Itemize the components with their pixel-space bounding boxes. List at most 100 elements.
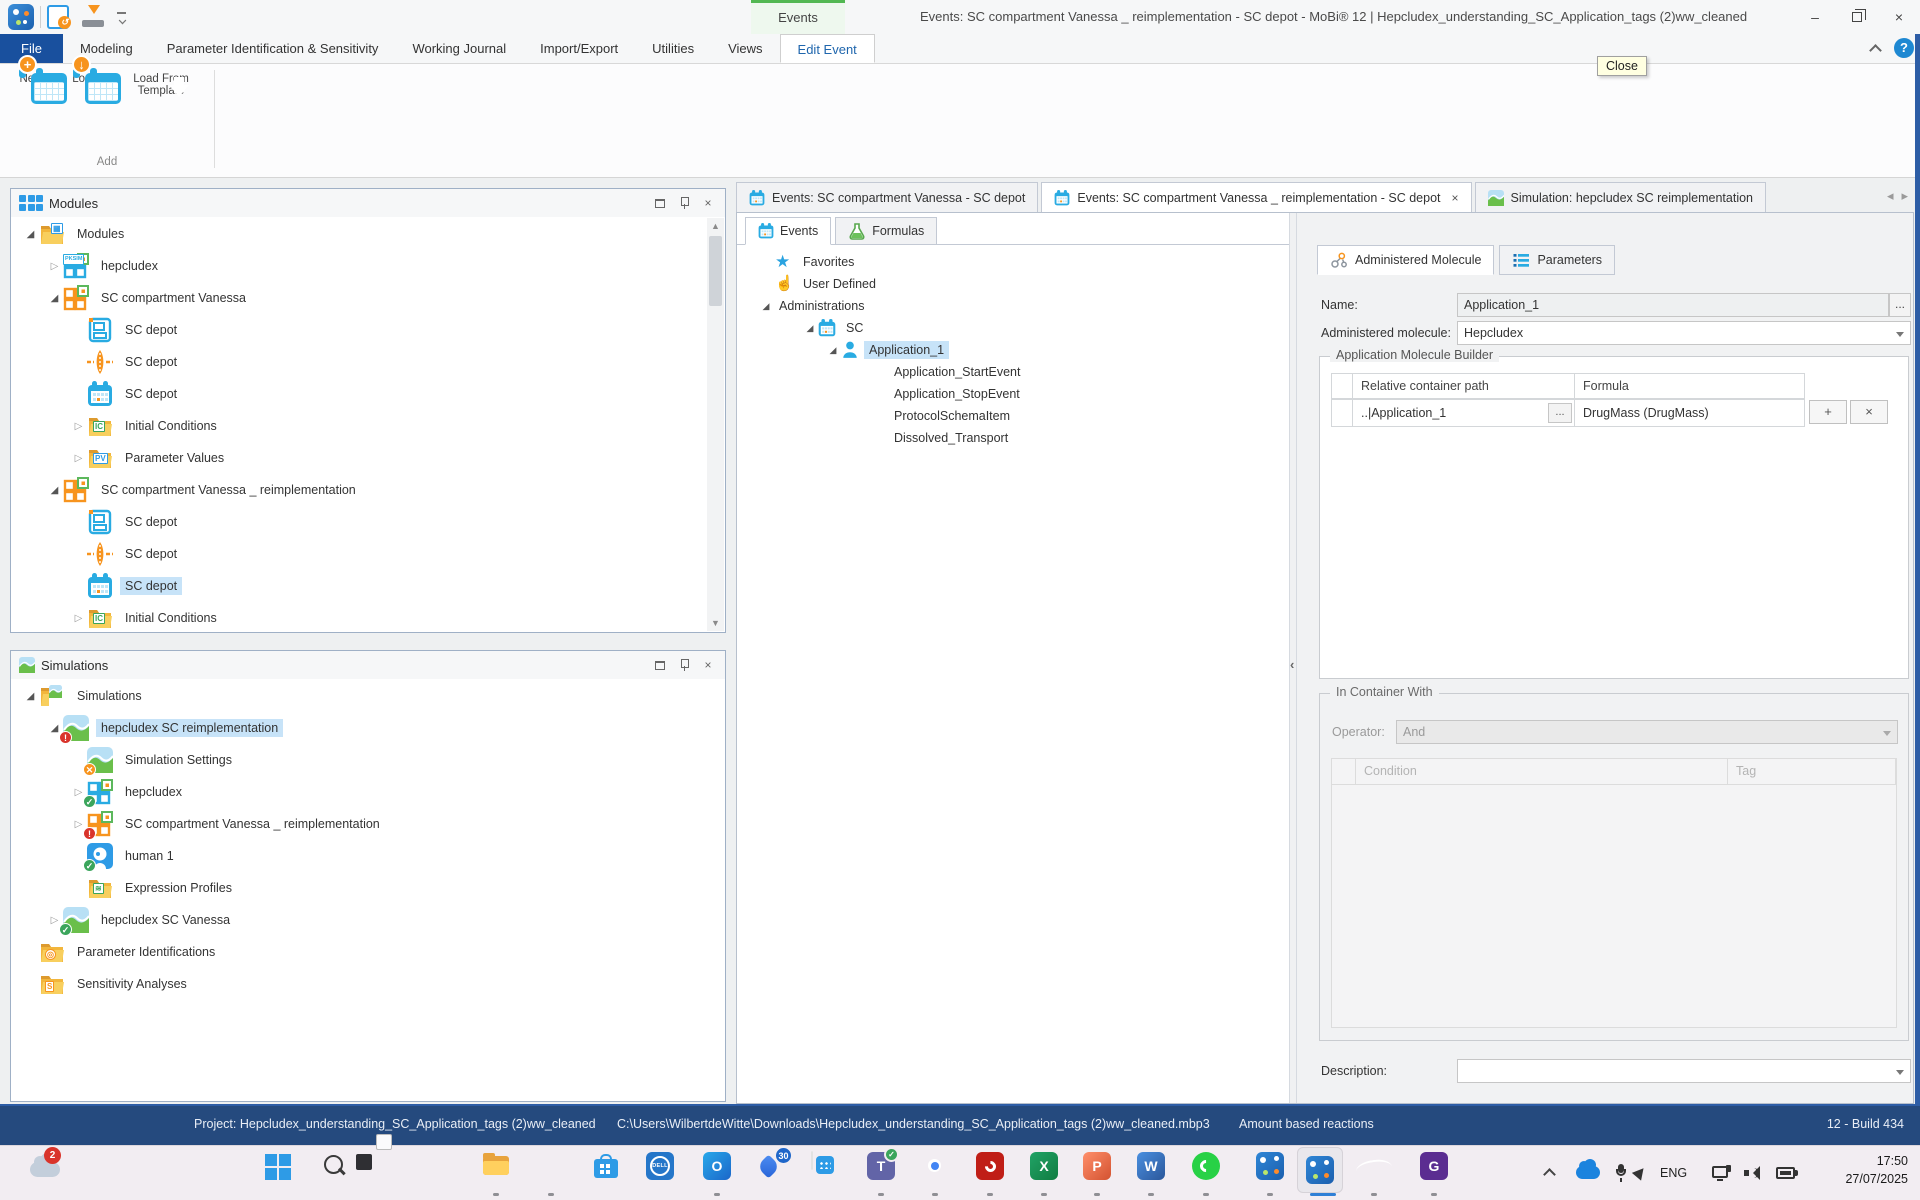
customize-quick-access-icon[interactable] (115, 10, 129, 24)
acrobat-button[interactable] (976, 1152, 1006, 1182)
tab-formulas[interactable]: Formulas (835, 217, 938, 245)
scroll-down-icon[interactable]: ▼ (707, 615, 724, 631)
tree-item-spatial-structure[interactable]: SC depot (12, 506, 707, 538)
outlook-button[interactable]: O (703, 1152, 733, 1182)
document-tab-events-reimplementation[interactable]: Events: SC compartment Vanessa _ reimple… (1041, 182, 1472, 212)
g-app-button[interactable]: G (1420, 1152, 1450, 1182)
tree-item-module-sc-vanessa[interactable]: SC compartment Vanessa (12, 282, 707, 314)
formula-cell[interactable]: DrugMass (DrugMass) (1575, 399, 1805, 427)
tab-views[interactable]: Views (711, 34, 779, 63)
tree-item-initial-conditions[interactable]: ICInitial Conditions (12, 602, 707, 631)
tree-item-spatial-structure[interactable]: SC depot (12, 314, 707, 346)
pin-panel-button[interactable] (675, 656, 693, 674)
description-field[interactable] (1457, 1059, 1911, 1083)
mobi-active-button[interactable] (1306, 1156, 1336, 1186)
powerpoint-button[interactable]: P (1083, 1152, 1113, 1182)
tree-item-event-group[interactable]: SC depot (12, 378, 707, 410)
administered-molecule-combo[interactable]: Hepcludex (1457, 321, 1911, 345)
microphone-tray-button[interactable] (1615, 1145, 1627, 1200)
task-view-button[interactable] (356, 1134, 404, 1182)
remove-row-button[interactable]: × (1850, 400, 1888, 424)
collapse-splitter-icon[interactable]: ‹ (1290, 657, 1294, 672)
onedrive-status-icon[interactable] (30, 1153, 60, 1177)
edge-button[interactable] (537, 1152, 567, 1182)
tree-item-sc[interactable]: SC (737, 317, 1289, 339)
load-from-template-button[interactable]: Load From Template (116, 70, 206, 97)
close-button[interactable]: × (1878, 0, 1920, 34)
add-row-button[interactable]: + (1809, 400, 1847, 424)
onedrive-tray-button[interactable] (1576, 1145, 1600, 1200)
tab-administered-molecule[interactable]: Administered Molecule (1317, 245, 1495, 275)
name-field[interactable]: Application_1 (1457, 293, 1889, 317)
document-tab-events-vanessa[interactable]: Events: SC compartment Vanessa - SC depo… (736, 182, 1039, 212)
tree-item-parameter-values[interactable]: PVParameter Values (12, 442, 707, 474)
dell-app-button[interactable]: DELL (646, 1152, 676, 1182)
clock[interactable]: 17:50 27/07/2025 (1845, 1152, 1908, 1188)
tree-item-modules-root[interactable]: ▦Modules (12, 218, 707, 250)
close-panel-button[interactable]: × (699, 656, 717, 674)
battery-tray-button[interactable] (1776, 1145, 1798, 1200)
close-panel-button[interactable]: × (699, 194, 717, 212)
excel-button[interactable]: X (1030, 1152, 1060, 1182)
tree-item-human-1[interactable]: ✓ human 1 (12, 840, 724, 872)
chrome-button[interactable] (921, 1152, 951, 1182)
tree-item-parameter-identifications[interactable]: ◎ Parameter Identifications (12, 936, 724, 968)
tree-item-favorites[interactable]: ★ Favorites (737, 251, 1289, 273)
restore-button[interactable] (1836, 0, 1878, 34)
pksim-button[interactable] (1360, 1152, 1390, 1182)
tab-working-journal[interactable]: Working Journal (395, 34, 523, 63)
tree-item-expression-profiles[interactable]: ≋ Expression Profiles (12, 872, 724, 904)
tab-events[interactable]: Events (745, 217, 832, 245)
tree-item-application-stopevent[interactable]: Application_StopEvent (737, 383, 1289, 405)
copilot-button[interactable] (429, 1152, 459, 1182)
tree-item-protocolschemaitem[interactable]: ProtocolSchemaItem (737, 405, 1289, 427)
tree-item-application-startevent[interactable]: Application_StartEvent (737, 361, 1289, 383)
tree-item-sensitivity-analyses[interactable]: S Sensitivity Analyses (12, 968, 724, 1000)
tree-item-module-hepcludex[interactable]: PKSIMhepcludex (12, 250, 707, 282)
close-tab-icon[interactable]: × (1452, 191, 1459, 205)
whatsapp-button[interactable] (1192, 1152, 1222, 1182)
scrollbar-thumb[interactable] (709, 236, 722, 306)
document-tab-simulation[interactable]: Simulation: hepcludex SC reimplementatio… (1474, 182, 1767, 212)
calendar-app-button[interactable] (811, 1151, 841, 1182)
load-event-button[interactable]: ↓ Load (60, 55, 121, 104)
maximize-panel-button[interactable] (651, 194, 669, 212)
mobi-app-icon[interactable] (8, 4, 34, 30)
tab-utilities[interactable]: Utilities (635, 34, 711, 63)
tree-item-dissolved-transport[interactable]: Dissolved_Transport (737, 427, 1289, 449)
tree-item-sim-module-sc-reimpl[interactable]: !SC compartment Vanessa _ reimplementati… (12, 808, 724, 840)
path-browse-button[interactable]: ... (1548, 403, 1572, 423)
mobi-taskbar-button[interactable] (1256, 1152, 1286, 1182)
tree-item-sim-hepcludex-sc-reimpl[interactable]: !hepcludex SC reimplementation (12, 712, 724, 744)
minimize-button[interactable]: – (1794, 0, 1836, 34)
tab-import-export[interactable]: Import/Export (523, 34, 635, 63)
collapse-ribbon-icon[interactable] (1869, 43, 1882, 57)
tree-item-application-1[interactable]: Application_1 (737, 339, 1289, 361)
volume-tray-button[interactable] (1744, 1145, 1762, 1200)
modules-scrollbar[interactable]: ▲ ▼ (707, 218, 724, 631)
scroll-up-icon[interactable]: ▲ (707, 218, 724, 234)
start-button[interactable] (263, 1152, 293, 1182)
open-project-icon[interactable]: ↺ (47, 5, 71, 29)
search-button[interactable] (320, 1152, 350, 1182)
word-button[interactable]: W (1137, 1152, 1167, 1182)
tree-item-passive-transport[interactable]: SC depot (12, 346, 707, 378)
tab-parameter-identification[interactable]: Parameter Identification & Sensitivity (150, 34, 396, 63)
tab-scroll-arrows[interactable]: ◂▸ (1887, 188, 1916, 204)
pin-panel-button[interactable] (675, 194, 693, 212)
tree-item-module-sc-vanessa-reimpl[interactable]: SC compartment Vanessa _ reimplementatio… (12, 474, 707, 506)
tab-parameters[interactable]: Parameters (1499, 245, 1616, 275)
network-tray-button[interactable] (1712, 1145, 1731, 1200)
maximize-panel-button[interactable] (651, 656, 669, 674)
tree-item-passive-transport[interactable]: SC depot (12, 538, 707, 570)
tree-item-administrations[interactable]: Administrations (737, 295, 1289, 317)
tree-item-simulation-settings[interactable]: ✕ Simulation Settings (12, 744, 724, 776)
microsoft-store-button[interactable] (592, 1152, 622, 1182)
save-project-icon[interactable] (81, 5, 105, 29)
new-event-button[interactable]: + New (6, 55, 67, 104)
file-explorer-button[interactable] (482, 1152, 512, 1182)
tray-expand-button[interactable] (1543, 1145, 1556, 1200)
relative-container-path-cell[interactable]: ..|Application_1... (1353, 399, 1575, 427)
tab-edit-event[interactable]: Edit Event (779, 34, 875, 63)
name-browse-button[interactable]: ... (1889, 293, 1911, 317)
